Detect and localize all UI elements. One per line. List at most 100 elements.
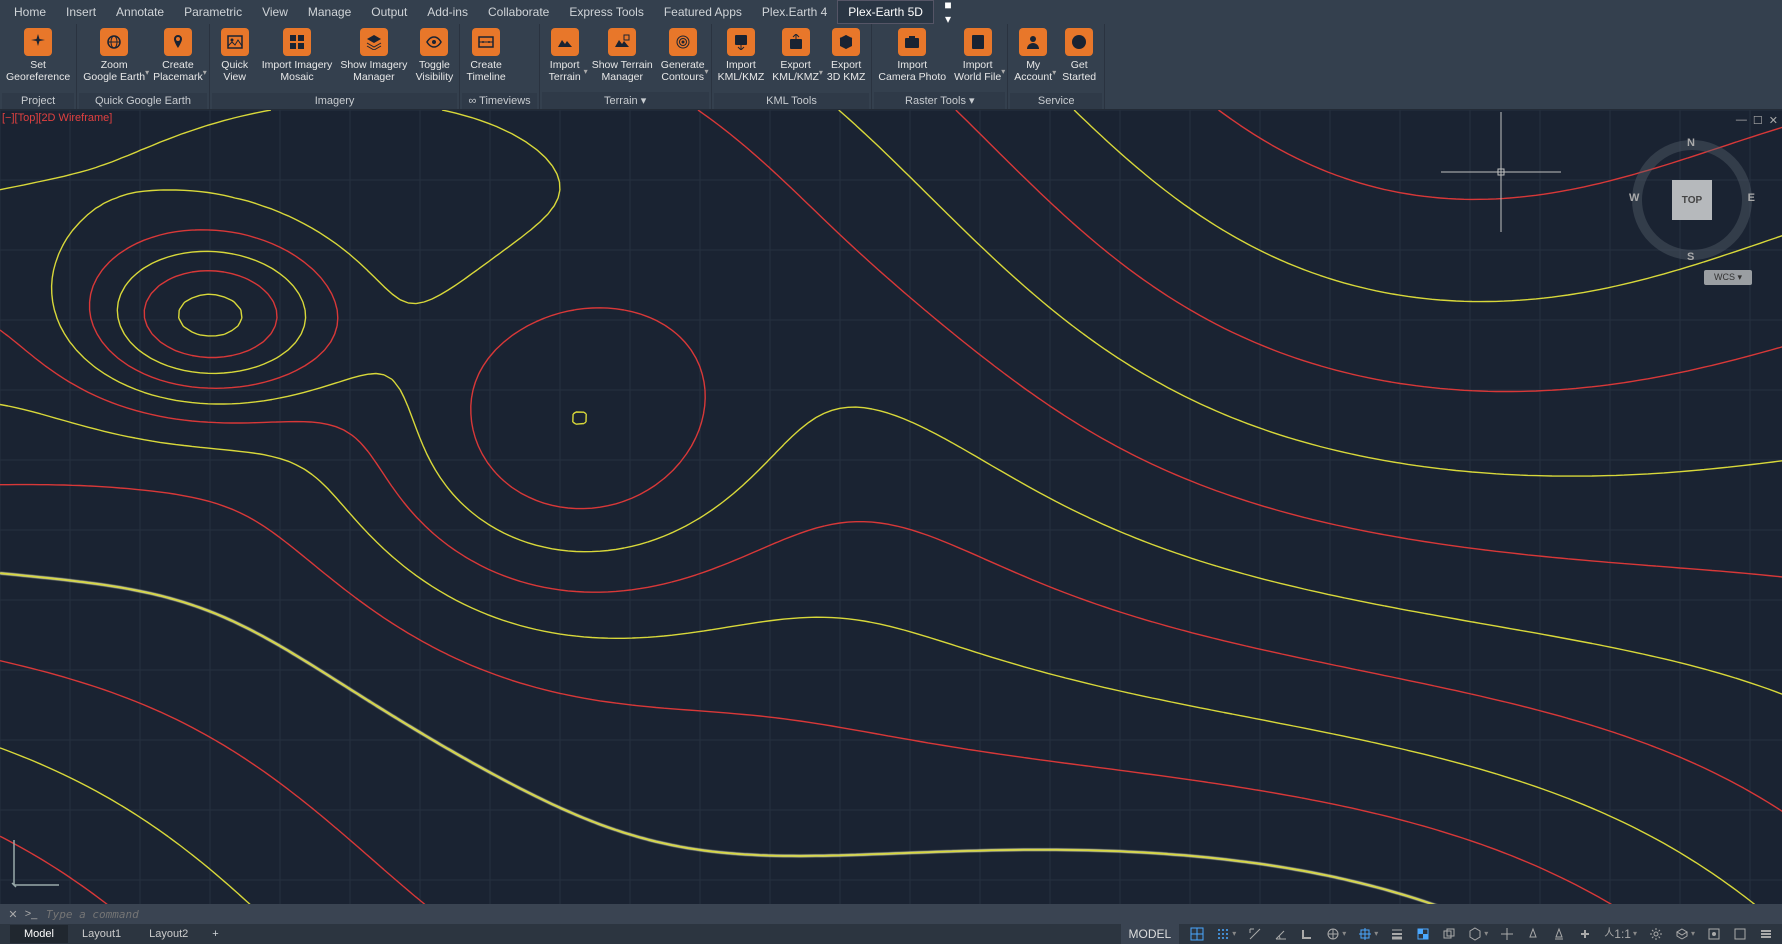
ribbon-quick-view-button[interactable]: Quick View [212, 26, 258, 93]
viewport-label[interactable]: [−][Top][2D Wireframe] [2, 112, 112, 124]
status-cycle-toggle[interactable] [1437, 925, 1461, 943]
status-gear-button[interactable] [1644, 925, 1668, 943]
ribbon-button-label: Set Georeference [6, 59, 70, 83]
ribbon-panel-title[interactable]: Project [2, 93, 74, 109]
status-osnap-toggle[interactable] [1353, 925, 1383, 943]
ribbon-get-started-button[interactable]: Get Started [1056, 26, 1102, 93]
menu-manage[interactable]: Manage [298, 1, 361, 23]
ribbon-panel-title[interactable]: Service [1010, 93, 1102, 109]
ribbon-button-label: Toggle Visibility [416, 59, 454, 83]
sparkle-icon [24, 28, 52, 56]
menu-featured-apps[interactable]: Featured Apps [654, 1, 752, 23]
ribbon-set-georeference-button[interactable]: Set Georeference [2, 26, 74, 93]
camera-icon [898, 28, 926, 56]
ribbon-import-world-file-button[interactable]: WImport World File▾ [950, 26, 1005, 92]
status-iso-button[interactable] [1670, 925, 1700, 943]
ribbon-show-terrain-manager-button[interactable]: Show Terrain Manager [588, 26, 657, 92]
status-annotation-scale[interactable]: 人 1:1 [1599, 925, 1642, 943]
command-input[interactable] [40, 908, 1778, 921]
viewcube[interactable]: TOP N S E W [1632, 140, 1752, 260]
tab-layout2[interactable]: Layout2 [135, 925, 202, 943]
timeline-icon [472, 28, 500, 56]
menu-annotate[interactable]: Annotate [106, 1, 174, 23]
ribbon-my-account-button[interactable]: My Account▾ [1010, 26, 1056, 93]
status-customize-button[interactable] [1754, 925, 1778, 943]
status-polar-toggle[interactable] [1321, 925, 1351, 943]
ribbon-export-kml-kmz-button[interactable]: Export KML/KMZ▾ [768, 26, 823, 93]
terrain-icon [551, 28, 579, 56]
kml3d-icon [832, 28, 860, 56]
close-icon[interactable]: ✕ [1769, 114, 1778, 127]
ribbon-panel-kml-tools: Import KML/KMZExport KML/KMZ▾Export 3D K… [712, 24, 873, 109]
ribbon-import-kml-kmz-button[interactable]: Import KML/KMZ [714, 26, 769, 93]
menu-output[interactable]: Output [361, 1, 417, 23]
ribbon-zoom-google-earth-button[interactable]: Zoom Google Earth▾ [79, 26, 149, 93]
drawing-viewport[interactable]: [−][Top][2D Wireframe] — ☐ ✕ TOP N S E W… [0, 110, 1782, 904]
status-ortho-toggle[interactable] [1295, 925, 1319, 943]
ribbon-toggle-visibility-button[interactable]: Toggle Visibility [411, 26, 457, 93]
ribbon-panel-title[interactable]: ∞ Timeviews [462, 93, 536, 109]
ribbon-show-imagery-manager-button[interactable]: Show Imagery Manager [336, 26, 411, 93]
ribbon-generate-contours-button[interactable]: Generate Contours▾ [657, 26, 709, 92]
viewcube-top-face[interactable]: TOP [1672, 180, 1712, 220]
status-ann-toggle[interactable] [1521, 925, 1545, 943]
status-dyn-toggle[interactable] [1495, 925, 1519, 943]
menu-plex-earth-5d[interactable]: Plex-Earth 5D [837, 0, 934, 24]
minimize-icon[interactable]: — [1736, 114, 1747, 127]
ribbon-import-terrain-button[interactable]: Import Terrain▾ [542, 26, 588, 92]
ribbon-panel-title[interactable]: Quick Google Earth [79, 93, 206, 109]
status-snap-toggle[interactable] [1211, 925, 1241, 943]
command-close-icon[interactable]: ✕ [4, 908, 22, 921]
menu-collaborate[interactable]: Collaborate [478, 1, 559, 23]
menu-parametric[interactable]: Parametric [174, 1, 252, 23]
status-fullscreen-button[interactable] [1728, 925, 1752, 943]
ribbon-button-label: Show Terrain Manager [592, 59, 653, 83]
menu-addins[interactable]: Add-ins [417, 1, 478, 23]
menu-insert[interactable]: Insert [56, 1, 106, 23]
menu-express-tools[interactable]: Express Tools [559, 1, 653, 23]
command-line: ✕ >_ [0, 904, 1782, 924]
ribbon-panel-title[interactable]: Terrain ▾ [542, 92, 709, 109]
status-transparency-toggle[interactable] [1411, 925, 1435, 943]
status-annscale-toggle[interactable] [1547, 925, 1571, 943]
ribbon-create-timeline-button[interactable]: Create Timeline [462, 26, 509, 93]
status-plus-toggle[interactable] [1573, 925, 1597, 943]
viewport-window-controls[interactable]: — ☐ ✕ [1736, 114, 1778, 127]
drawing-canvas[interactable] [0, 110, 1782, 904]
ribbon-import-imagery-mosaic-button[interactable]: Import Imagery Mosaic [258, 26, 337, 93]
maximize-icon[interactable]: ☐ [1753, 114, 1763, 127]
world-icon: W [964, 28, 992, 56]
ribbon-create-placemark-button[interactable]: Create Placemark▾ [149, 26, 207, 93]
ribbon-panel-title[interactable]: Imagery [212, 93, 458, 109]
compass-n[interactable]: N [1687, 137, 1695, 149]
command-config-icon[interactable]: >_ [22, 908, 40, 920]
grid-icon [283, 28, 311, 56]
status-3dsnap-toggle[interactable] [1463, 925, 1493, 943]
status-infer-toggle[interactable] [1243, 925, 1267, 943]
menu-plex-earth-4[interactable]: Plex.Earth 4 [752, 1, 837, 23]
compass-e[interactable]: E [1748, 192, 1755, 204]
compass-w[interactable]: W [1629, 192, 1639, 204]
compass-s[interactable]: S [1687, 251, 1694, 263]
status-config-button[interactable] [1702, 925, 1726, 943]
ribbon-panel-terrain-: Import Terrain▾Show Terrain ManagerGener… [540, 24, 712, 109]
tab-add-button[interactable]: + [202, 925, 228, 943]
ribbon-export-3d-kmz-button[interactable]: Export 3D KMZ [823, 26, 870, 93]
status-model-space[interactable]: MODEL [1121, 924, 1180, 944]
status-angle-toggle[interactable] [1269, 925, 1293, 943]
menu-view[interactable]: View [252, 1, 298, 23]
ribbon-button-label: Quick View [221, 59, 248, 83]
tab-model[interactable]: Model [10, 925, 68, 943]
menu-home[interactable]: Home [4, 1, 56, 23]
tab-layout1[interactable]: Layout1 [68, 925, 135, 943]
status-lineweight-toggle[interactable] [1385, 925, 1409, 943]
status-grid-toggle[interactable] [1185, 925, 1209, 943]
ribbon-panel-title[interactable]: KML Tools [714, 93, 870, 109]
dropdown-arrow-icon: ▾ [1001, 67, 1005, 76]
ribbon-panel-title[interactable]: Raster Tools ▾ [874, 92, 1005, 109]
pin-icon [164, 28, 192, 56]
ribbon-button-label: Show Imagery Manager [340, 59, 407, 83]
ribbon-import-camera-photo-button[interactable]: Import Camera Photo [874, 26, 950, 92]
wcs-dropdown[interactable]: WCS ▾ [1704, 270, 1752, 285]
globe-icon [100, 28, 128, 56]
